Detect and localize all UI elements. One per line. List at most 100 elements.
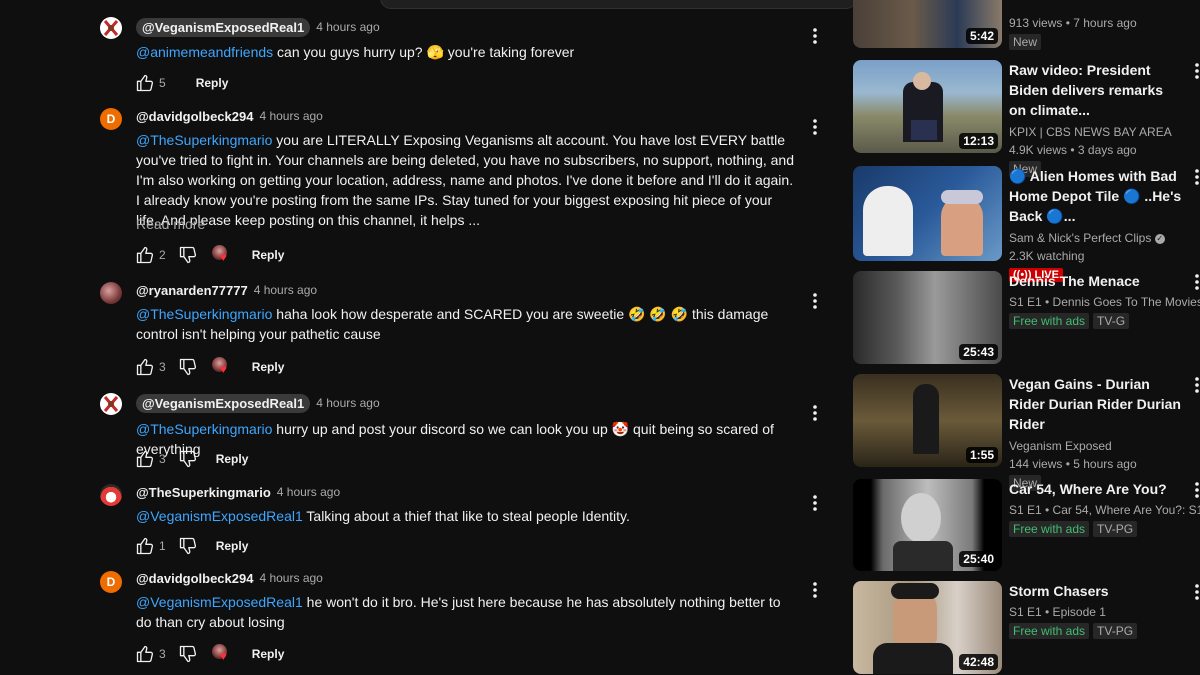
more-vert-icon[interactable] — [1191, 60, 1200, 82]
like-count: 3 — [159, 452, 166, 466]
comment-text: @animemeandfriends can you guys hurry up… — [136, 42, 796, 62]
video-thumbnail[interactable] — [853, 166, 1002, 261]
rating-badge: TV-PG — [1093, 623, 1138, 639]
comment-time[interactable]: 4 hours ago — [259, 571, 322, 585]
video-thumbnail[interactable]: 5:42 — [853, 0, 1002, 48]
creator-heart-icon: ♥ — [210, 243, 234, 267]
video-thumbnail[interactable]: 1:55 — [853, 374, 1002, 467]
video-meta: 913 views • 7 hours ago — [1009, 16, 1137, 30]
comment-author[interactable]: @davidgolbeck294 — [136, 109, 253, 124]
like-icon[interactable] — [133, 71, 157, 95]
dislike-icon[interactable] — [176, 642, 200, 666]
channel-name[interactable]: S1 E1 • Dennis Goes To The Movies — [1009, 293, 1200, 311]
video-title[interactable]: Storm Chasers — [1009, 581, 1184, 601]
reply-button[interactable]: Reply — [196, 76, 229, 90]
channel-name[interactable]: Sam & Nick's Perfect Clips ✓ — [1009, 229, 1184, 247]
more-vert-icon[interactable] — [806, 578, 824, 602]
comment-time[interactable]: 4 hours ago — [259, 109, 322, 123]
channel-name-text[interactable]: Sam & Nick's Perfect Clips — [1009, 231, 1151, 245]
comment-author[interactable]: @VeganismExposedReal1 — [136, 17, 311, 37]
video-meta: 4.9K views • 3 days ago — [1009, 143, 1137, 157]
channel-name[interactable]: S1 E1 • Episode 1 — [1009, 603, 1184, 621]
mention-link[interactable]: @TheSuperkingmario — [136, 306, 272, 322]
comment-author[interactable]: @ryanarden77777 — [136, 283, 248, 298]
avatar[interactable]: D — [100, 571, 122, 593]
comment-time[interactable]: 4 hours ago — [254, 283, 317, 297]
mention-link[interactable]: @animemeandfriends — [136, 44, 273, 60]
reply-button[interactable]: Reply — [216, 539, 249, 553]
more-vert-icon[interactable] — [1191, 166, 1200, 188]
video-title[interactable]: Vegan Gains - Durian Rider Durian Rider … — [1009, 374, 1184, 434]
video-title[interactable]: Car 54, Where Are You? — [1009, 479, 1184, 499]
video-thumbnail[interactable]: 12:13 — [853, 60, 1002, 153]
dislike-icon[interactable] — [176, 534, 200, 558]
more-vert-icon[interactable] — [1191, 479, 1200, 501]
channel-name[interactable]: KPIX | CBS NEWS BAY AREA — [1009, 123, 1184, 141]
comment-time[interactable]: 4 hours ago — [316, 20, 379, 34]
like-icon[interactable] — [133, 534, 157, 558]
reply-button[interactable]: Reply — [216, 452, 249, 466]
video-title[interactable]: Dennis The Menace — [1009, 271, 1184, 291]
more-vert-icon[interactable] — [806, 24, 824, 48]
video-thumbnail[interactable]: 25:43 — [853, 271, 1002, 364]
free-with-ads-badge: Free with ads — [1009, 623, 1090, 639]
channel-name[interactable]: Veganism Exposed — [1009, 437, 1184, 455]
dislike-icon[interactable] — [176, 243, 200, 267]
avatar[interactable]: D — [100, 108, 122, 130]
avatar-letter: D — [106, 575, 116, 589]
more-vert-icon[interactable] — [1191, 271, 1200, 293]
comment-text: @VeganismExposedReal1 Talking about a th… — [136, 506, 796, 526]
avatar[interactable] — [100, 282, 122, 304]
video-title[interactable]: 🔵 Alien Homes with Bad Home Depot Tile 🔵… — [1009, 166, 1184, 226]
verified-icon: ✓ — [1154, 233, 1165, 244]
comment-time[interactable]: 4 hours ago — [277, 485, 340, 499]
video-title[interactable]: Raw video: President Biden delivers rema… — [1009, 60, 1184, 120]
avatar[interactable] — [100, 17, 122, 39]
video-thumbnail[interactable]: 25:40 — [853, 479, 1002, 571]
comment-text: @TheSuperkingmario haha look how despera… — [136, 304, 796, 344]
mention-link[interactable]: @VeganismExposedReal1 — [136, 594, 303, 610]
comment-author[interactable]: @VeganismExposedReal1 — [136, 393, 311, 413]
creator-heart-icon: ♥ — [210, 355, 234, 379]
video-thumbnail[interactable]: 42:48 — [853, 581, 1002, 674]
comments-section: @VeganismExposedReal1 4 hours ago @anime… — [0, 0, 840, 675]
like-count: 5 — [159, 76, 166, 90]
free-with-ads-badge: Free with ads — [1009, 521, 1090, 537]
like-count: 2 — [159, 248, 166, 262]
like-icon[interactable] — [133, 642, 157, 666]
comment-time[interactable]: 4 hours ago — [316, 396, 379, 410]
avatar[interactable] — [100, 484, 122, 506]
video-duration: 1:55 — [965, 447, 998, 463]
more-vert-icon[interactable] — [806, 491, 824, 515]
comment-author[interactable]: @TheSuperkingmario — [136, 485, 271, 500]
like-icon[interactable] — [133, 447, 157, 471]
comment-body: can you guys hurry up? 🫣 you're taking f… — [273, 44, 575, 60]
dislike-icon[interactable] — [176, 447, 200, 471]
mention-link[interactable]: @TheSuperkingmario — [136, 421, 272, 437]
more-vert-icon[interactable] — [1191, 374, 1200, 396]
mention-link[interactable]: @VeganismExposedReal1 — [136, 508, 303, 524]
rating-badge: TV-G — [1093, 313, 1130, 329]
comment-author[interactable]: @davidgolbeck294 — [136, 571, 253, 586]
read-more-link[interactable]: Read more — [136, 216, 205, 232]
reply-button[interactable]: Reply — [252, 647, 285, 661]
mention-link[interactable]: @TheSuperkingmario — [136, 132, 272, 148]
comment-text: @VeganismExposedReal1 he won't do it bro… — [136, 592, 796, 632]
more-vert-icon[interactable] — [806, 115, 824, 139]
reply-button[interactable]: Reply — [252, 360, 285, 374]
video-duration: 25:40 — [959, 551, 998, 567]
dislike-icon[interactable] — [176, 355, 200, 379]
comment-text: @TheSuperkingmario you are LITERALLY Exp… — [136, 130, 796, 230]
more-vert-icon[interactable] — [1191, 581, 1200, 603]
like-count: 3 — [159, 360, 166, 374]
more-vert-icon[interactable] — [806, 401, 824, 425]
channel-name[interactable]: S1 E1 • Car 54, Where Are You?: S1 E1 — [1009, 501, 1200, 519]
like-count: 1 — [159, 539, 166, 553]
reply-button[interactable]: Reply — [252, 248, 285, 262]
more-vert-icon[interactable] — [806, 289, 824, 313]
avatar[interactable] — [100, 393, 122, 415]
like-count: 3 — [159, 647, 166, 661]
like-icon[interactable] — [133, 243, 157, 267]
new-badge: New — [1009, 34, 1042, 50]
like-icon[interactable] — [133, 355, 157, 379]
